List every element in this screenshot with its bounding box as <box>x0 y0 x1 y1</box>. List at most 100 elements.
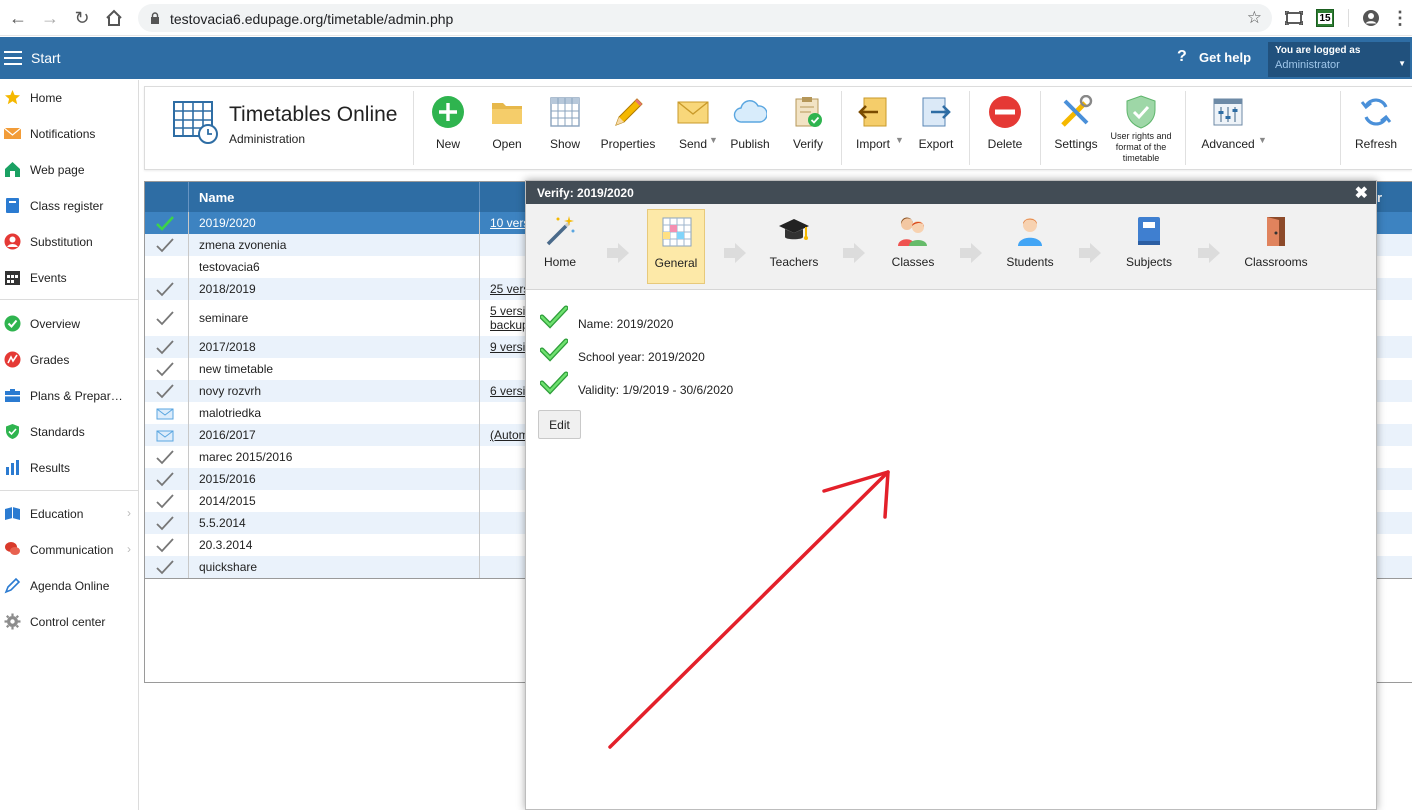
export-icon <box>922 97 951 127</box>
show-button[interactable]: Show <box>541 93 589 169</box>
step-subjects[interactable]: Subjects <box>1120 209 1178 284</box>
versions-link[interactable]: (Autom <box>490 428 529 442</box>
verify-dialog: Verify: 2019/2020 ✖ Home General Teacher… <box>525 180 1377 810</box>
menu-dots-icon[interactable]: ⋮ <box>1390 8 1410 28</box>
step-arrow-icon <box>960 243 982 263</box>
sidebar-item-overview[interactable]: Overview <box>0 306 139 342</box>
step-label: Classes <box>891 255 935 269</box>
versions-link[interactable]: 9 versi <box>490 340 525 354</box>
verify-check-item: Validity: 1/9/2019 - 30/6/2020 <box>540 371 1040 401</box>
user-menu[interactable]: You are logged as Administrator ▼ <box>1268 42 1410 77</box>
sidebar-item-label: Communication <box>30 543 114 557</box>
user-rights-button[interactable]: User rights and format of the timetable <box>1107 93 1175 169</box>
briefcase-icon <box>5 389 20 402</box>
timetable-name: 2014/2015 <box>199 494 256 508</box>
chat-icon <box>5 542 20 555</box>
cloud-icon <box>733 100 767 123</box>
sidebar-item-grades[interactable]: Grades <box>0 342 139 378</box>
address-bar[interactable]: testovacia6.edupage.org/timetable/admin.… <box>138 4 1272 32</box>
send-dropdown-icon[interactable]: ▼ <box>709 135 718 145</box>
step-classrooms[interactable]: Classrooms <box>1244 209 1308 284</box>
backup-link[interactable]: backup <box>490 318 529 332</box>
properties-button[interactable]: Properties <box>597 93 659 169</box>
house-icon <box>5 162 20 177</box>
sidebar-item-notifications[interactable]: Notifications <box>0 116 139 152</box>
forward-arrow-icon[interactable]: → <box>38 6 62 30</box>
sidebar-item-label: Grades <box>30 353 70 367</box>
step-classes[interactable]: Classes <box>884 209 942 284</box>
open-label: Open <box>492 137 522 151</box>
verify-button[interactable]: Verify <box>785 93 831 169</box>
versions-link[interactable]: 5 versi <box>490 304 525 318</box>
home-icon[interactable] <box>102 6 126 30</box>
timetable-name: zmena zvonenia <box>199 238 287 252</box>
column-header-name[interactable]: Name <box>199 190 234 205</box>
screen-capture-icon[interactable] <box>1284 8 1304 28</box>
calendar-extension-icon[interactable]: 15 <box>1316 9 1334 27</box>
shield-check-icon <box>1126 95 1156 129</box>
verify-label: Verify <box>792 137 823 151</box>
shield-icon <box>6 424 19 439</box>
advanced-dropdown-icon[interactable]: ▼ <box>1258 135 1267 145</box>
col-divider <box>479 182 480 212</box>
close-icon[interactable]: ✖ <box>1355 183 1368 203</box>
new-button[interactable]: New <box>425 93 471 169</box>
sidebar-item-web-page[interactable]: Web page <box>0 152 139 188</box>
timetable-name: new timetable <box>199 362 274 376</box>
extension-badge: 15 <box>1318 12 1332 24</box>
get-help-link[interactable]: Get help <box>1199 50 1251 65</box>
profile-icon[interactable] <box>1361 8 1381 28</box>
check-icon <box>156 538 174 553</box>
dialog-title: Verify: 2019/2020 <box>537 186 634 200</box>
send-button[interactable]: Send <box>669 93 717 169</box>
step-general[interactable]: General <box>647 209 705 284</box>
delete-label: Delete <box>987 137 1023 151</box>
gear-icon <box>4 613 21 630</box>
back-arrow-icon[interactable]: ← <box>6 6 30 30</box>
sidebar: Home Notifications Web page Class regist… <box>0 80 139 810</box>
versions-link[interactable]: 6 versi <box>490 384 525 398</box>
delete-button[interactable]: Delete <box>981 93 1029 169</box>
edit-button[interactable]: Edit <box>538 410 581 439</box>
sidebar-item-class-register[interactable]: Class register <box>0 188 139 224</box>
reload-icon[interactable]: ↻ <box>70 6 94 30</box>
advanced-button[interactable]: Advanced <box>1197 93 1259 169</box>
hamburger-menu-icon[interactable] <box>4 51 22 65</box>
user-rights-line1: User rights and <box>1110 131 1172 141</box>
question-icon[interactable]: ? <box>1177 48 1187 66</box>
sidebar-item-events[interactable]: Events <box>0 260 139 296</box>
sidebar-item-education[interactable]: Education › <box>0 496 139 532</box>
open-button[interactable]: Open <box>483 93 531 169</box>
bookmark-star-icon[interactable]: ☆ <box>1247 8 1262 28</box>
step-students[interactable]: Students <box>1001 209 1059 284</box>
graduation-cap-icon <box>779 219 809 240</box>
sidebar-item-home[interactable]: Home <box>0 80 139 116</box>
sidebar-item-standards[interactable]: Standards <box>0 414 139 450</box>
green-check-icon <box>156 216 174 231</box>
check-icon <box>156 560 174 575</box>
sidebar-item-substitution[interactable]: Substitution <box>0 224 139 260</box>
sidebar-item-label: Home <box>30 91 63 105</box>
sidebar-item-control-center[interactable]: Control center <box>0 604 139 640</box>
sidebar-item-plans[interactable]: Plans & Prepar… <box>0 378 139 414</box>
step-home[interactable]: Home <box>531 209 589 284</box>
import-dropdown-icon[interactable]: ▼ <box>895 135 904 145</box>
versions-link[interactable]: 25 vers <box>490 282 529 296</box>
sidebar-item-label: Notifications <box>30 127 96 141</box>
settings-button[interactable]: Settings <box>1051 93 1101 169</box>
export-button[interactable]: Export <box>913 93 959 169</box>
sidebar-item-results[interactable]: Results <box>0 450 139 486</box>
sidebar-item-communication[interactable]: Communication › <box>0 532 139 568</box>
step-teachers[interactable]: Teachers <box>765 209 823 284</box>
pencil-icon <box>615 98 643 126</box>
sidebar-item-agenda-online[interactable]: Agenda Online <box>0 568 139 604</box>
import-button[interactable]: Import <box>851 93 895 169</box>
education-icon <box>5 507 20 520</box>
start-button[interactable]: Start <box>31 50 61 66</box>
sidebar-item-label: Class register <box>30 199 104 213</box>
timetable-name: 2019/2020 <box>199 216 256 230</box>
publish-button[interactable]: Publish <box>725 93 775 169</box>
refresh-button[interactable]: Refresh <box>1351 93 1401 169</box>
col-divider <box>188 212 189 578</box>
timetable-name: seminare <box>199 311 249 325</box>
